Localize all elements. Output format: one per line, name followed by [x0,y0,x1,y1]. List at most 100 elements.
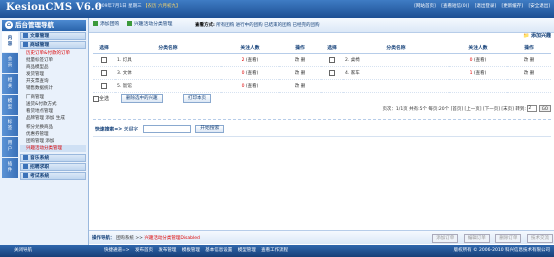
menu-item-sales-stats[interactable]: 销售数据统计 [20,85,86,92]
keyword-input[interactable] [142,125,191,133]
vtab-plugins[interactable]: 插 件 [2,158,18,178]
quick-nav-models[interactable]: 模型管理 [238,248,256,253]
add-order-button[interactable]: 添加订单 [432,234,459,243]
search-button[interactable]: 开始搜索 [195,125,225,133]
delete-order-button[interactable]: 删除订单 [495,234,522,243]
quick-search: 快速搜索=> 关键字 开始搜索 [95,125,225,133]
menu-item-coupons[interactable]: 优惠券管理 [20,131,86,138]
go-button[interactable]: GO [538,105,551,112]
view-link[interactable]: (查看) [246,71,259,76]
link-site-home[interactable]: [网站首页] [414,4,436,9]
breadcrumb-current: 兴趣活动分类管理Disabled [144,236,200,241]
category-name[interactable]: 3. 文体 [115,66,221,80]
view-mode: 查看方式: 所有团购 进行中的团购 已结束的团购 已经完的团购 [195,22,320,28]
follower-count: 0 [241,84,245,89]
breadcrumb-parent[interactable]: 团购系统 >> [116,236,144,241]
status-buttons: 添加订单 编辑订单 删除订单 技术交流 [428,234,553,243]
row-checkbox[interactable] [329,69,335,76]
menu-item-shipping[interactable]: 发货管理 [20,71,86,78]
lunar-date: 农历 六月初九 [147,4,176,9]
copyright: 版权所有 © 2006-2010 科兴信息技术有限公司 [453,248,550,253]
menu-group-shop[interactable]: 商城管理 [20,41,86,49]
quick-nav-workflow[interactable]: 查看工作流程 [261,248,288,253]
edit-order-button[interactable]: 编辑订单 [463,234,490,243]
view-link[interactable]: (查看) [246,84,259,89]
quick-nav-label: 快捷通道=> [104,248,130,253]
add-category-link[interactable]: 📁 添加兴趣 [523,32,551,39]
top-links: [网站首页] [查看短信(0)] [退出登录] [更新缓存] [安全退出] [410,3,550,9]
music-icon [23,155,28,160]
print-page-button[interactable]: 打印本页 [183,94,211,103]
follower-count: 2 [241,58,245,63]
add-activity-button[interactable]: 添加团购 [93,21,119,29]
vtab-users[interactable]: 用 户 [2,137,18,157]
pagination-text[interactable]: 页次：1/1页 共有:5个 每页:20个 [首页] [上一页] [下一页] [末… [382,107,525,112]
main-panel: 添加团购 兴趣活动分类管理 查看方式: 所有团购 进行中的团购 已结束的团购 已… [88,18,554,245]
menu-item-check-query[interactable]: 开支票查询 [20,78,86,85]
row-checkbox[interactable] [101,82,107,89]
menu-item-activity-categories[interactable]: 兴趣活动分类管理 [20,145,86,152]
close-nav-button[interactable]: 关闭导航 [14,245,32,257]
link-update-cache[interactable]: [更新缓存] [502,4,524,9]
link-logout[interactable]: [退出登录] [475,4,497,9]
vtab-content[interactable]: 内 容 [2,32,18,52]
menu-item-points-exchange[interactable]: 积分兑换商品 [20,124,86,131]
row-checkbox[interactable] [329,56,335,63]
row-checkbox[interactable] [101,69,107,76]
view-mode-label: 查看方式: [195,23,215,28]
exam-icon [23,173,28,178]
category-name[interactable]: 4. 家车 [343,66,449,80]
vtab-tags[interactable]: 标 签 [2,116,18,136]
category-name[interactable]: 1. 灯具 [115,53,221,67]
menu-item-pickup-points[interactable]: 看货地点管理 [20,108,86,115]
delete-selected-button[interactable]: 删除选中的兴趣 [121,94,163,103]
row-actions[interactable]: 改 删 [279,79,321,93]
tech-support-button[interactable]: 技术交流 [527,234,553,243]
date-info: 2009年7月1日 星期三 【农历 六月初九】 [96,4,181,9]
menu-item-delivery-pay[interactable]: 送货&付款方式 [20,101,86,108]
menu-item-brands[interactable]: 品牌管理 添加 生成 [20,115,86,122]
nav-home-icon: ⌂ [5,21,13,29]
col-name-2: 分类名称 [343,42,449,54]
quick-nav-publish-home[interactable]: 发布首页 [135,248,153,253]
keyword-label: 关键字 [123,127,139,133]
view-link[interactable]: (查看) [474,71,487,76]
follower-count: 0 [469,58,473,63]
col-actions: 操作 [279,42,321,54]
menu-item-batch-orders[interactable]: 批量标签订单 [20,57,86,64]
link-safe-exit[interactable]: [安全退出] [528,4,550,9]
row-actions[interactable]: 改 删 [279,53,321,67]
menu-group-article[interactable]: 文章管理 [20,32,86,40]
select-all[interactable]: 全选 [93,95,109,102]
menu-item-product-model[interactable]: 商品模型品 [20,64,86,71]
menu-group-jobs[interactable]: 招聘求职 [20,163,86,171]
category-name[interactable]: 2. 桌椅 [343,53,449,67]
view-link[interactable]: (查看) [474,58,487,63]
menu-item-group-buy[interactable]: 团购管理 添加 [20,138,86,145]
menu-group-exam[interactable]: 考试系统 [20,172,86,180]
activity-category-button[interactable]: 兴趣活动分类管理 [127,21,172,29]
vtab-members[interactable]: 会 员 [2,53,18,73]
quick-nav-basic-settings[interactable]: 基本信息设置 [205,248,232,253]
row-actions[interactable]: 改 删 [507,53,551,67]
pagination: 页次：1/1页 共有:5个 每页:20个 [首页] [上一页] [下一页] [末… [382,105,551,112]
quick-nav-publish-manage[interactable]: 发布管理 [158,248,176,253]
menu-item-orders[interactable]: 历史订单&付款的订单 [20,50,86,57]
vtab-related[interactable]: 相 关 [2,74,18,94]
menu-item-vendors[interactable]: 厂商管理 [20,94,86,101]
category-table: 选择 分类名称 关注人数 操作 选择 分类名称 关注人数 操作 1. 灯具 2 … [93,42,551,93]
category-name[interactable]: 5. 饭馆 [115,79,221,93]
row-checkbox[interactable] [101,56,107,63]
vtab-models[interactable]: 模 型 [2,95,18,115]
category-icon [127,21,132,26]
page-input[interactable]: 2 [527,105,538,112]
quick-nav-templates[interactable]: 模板管理 [182,248,200,253]
shop-icon [23,42,28,47]
row-actions[interactable]: 改 删 [279,66,321,80]
view-link[interactable]: (查看) [246,58,259,63]
link-messages[interactable]: [查看短信(0)] [441,4,469,9]
view-mode-options[interactable]: 所有团购 进行中的团购 已结束的团购 已经完的团购 [216,23,319,28]
row-actions[interactable]: 改 删 [507,66,551,80]
briefcase-icon [23,164,28,169]
menu-group-music[interactable]: 音乐系统 [20,154,86,162]
